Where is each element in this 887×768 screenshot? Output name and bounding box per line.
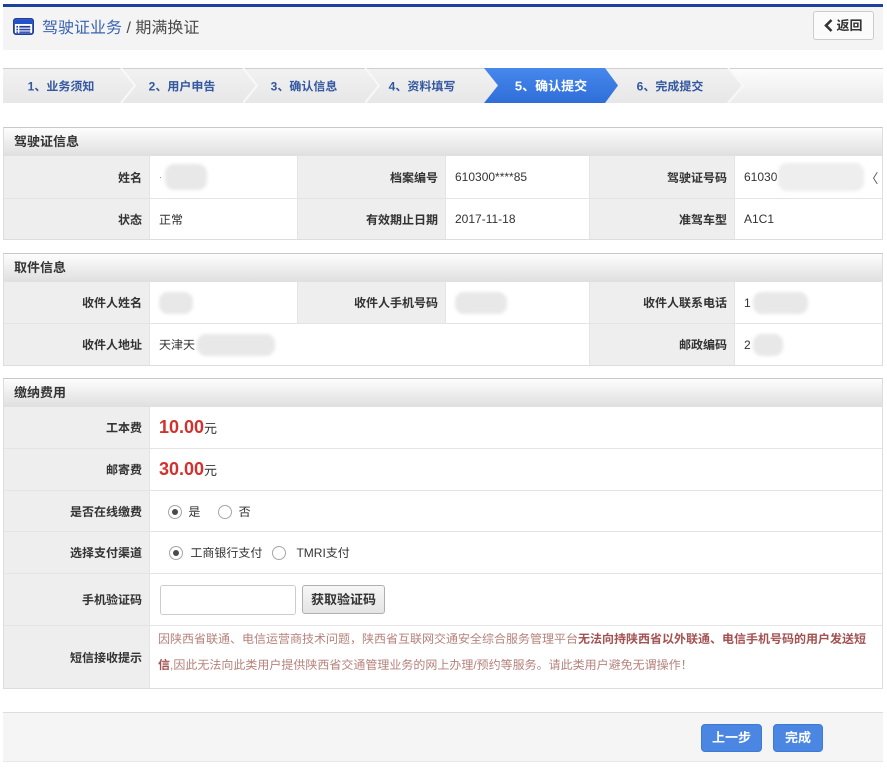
svg-text:2、用户申告: 2、用户申告 [149,80,216,94]
svg-text:6、完成提交: 6、完成提交 [637,80,704,94]
svg-text:5、确认提交: 5、确认提交 [515,79,587,94]
svg-text:1、业务须知: 1、业务须知 [28,80,95,94]
svg-text:4、资料填写: 4、资料填写 [389,80,456,94]
svg-text:3、确认信息: 3、确认信息 [271,80,338,94]
